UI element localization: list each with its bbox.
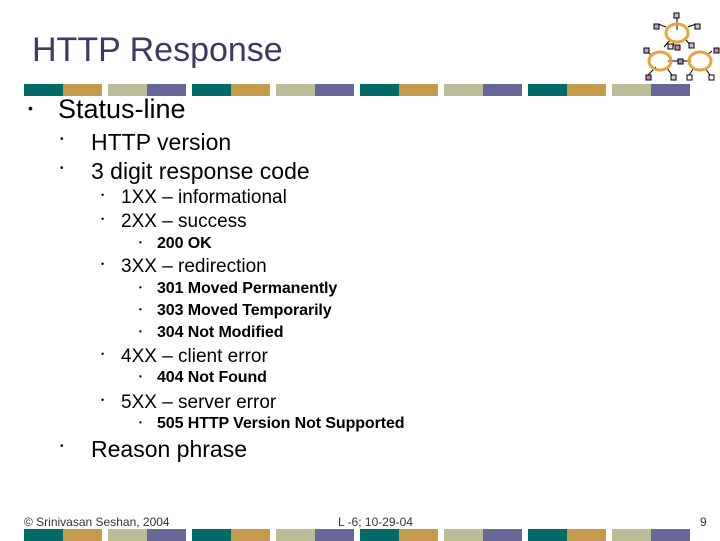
- footer-divider-bar: [0, 529, 720, 541]
- bullet-dot-icon: •: [101, 349, 105, 360]
- bar-segment: [63, 529, 102, 541]
- bullet-dot-icon: •: [28, 99, 33, 116]
- bar-segment: [147, 529, 186, 541]
- bar-segment: [567, 529, 606, 541]
- bar-segment: [231, 84, 270, 96]
- bullet-text: 1XX – informational: [121, 187, 287, 208]
- bullet-item-level-2: • Reason phrase: [60, 436, 247, 462]
- bullet-dot-icon: •: [139, 282, 142, 292]
- bullet-dot-icon: •: [60, 133, 64, 145]
- bullet-dot-icon: •: [139, 371, 142, 381]
- bullet-text: 5XX – server error: [121, 392, 277, 413]
- bar-segment: [444, 84, 483, 96]
- bullet-item-level-4: • 303 Moved Temporarily: [139, 302, 332, 319]
- bar-segment: [360, 529, 399, 541]
- bullet-dot-icon: •: [139, 237, 142, 247]
- bar-segment: [399, 84, 438, 96]
- bar-segment: [192, 529, 231, 541]
- bar-segment: [528, 84, 567, 96]
- bullet-text: 404 Not Found: [157, 369, 267, 386]
- bullet-text: HTTP version: [91, 129, 232, 155]
- bullet-text: 3XX – redirection: [121, 256, 267, 277]
- bullet-dot-icon: •: [101, 259, 105, 270]
- bullet-item-level-2: • HTTP version: [60, 129, 232, 155]
- bullet-item-level-4: • 304 Not Modified: [139, 324, 284, 341]
- bullet-item-level-3: • 3XX – redirection: [101, 256, 267, 277]
- bullet-dot-icon: •: [139, 304, 142, 314]
- bar-segment: [315, 84, 354, 96]
- bullet-dot-icon: •: [60, 440, 64, 452]
- bullet-text: 505 HTTP Version Not Supported: [157, 415, 405, 432]
- bar-segment: [108, 529, 147, 541]
- bar-segment: [360, 84, 399, 96]
- bullet-item-level-1: • Status-line: [28, 94, 186, 124]
- bullet-item-level-2: • 3 digit response code: [60, 158, 310, 184]
- bar-segment: [567, 84, 606, 96]
- bullet-text: 2XX – success: [121, 211, 247, 232]
- bullet-item-level-3: • 1XX – informational: [101, 187, 287, 208]
- bar-segment: [276, 84, 315, 96]
- bullet-item-level-4: • 505 HTTP Version Not Supported: [139, 415, 405, 432]
- bar-segment: [399, 529, 438, 541]
- bar-segment: [612, 529, 651, 541]
- slide-title: HTTP Response: [32, 31, 283, 69]
- bar-segment: [612, 84, 651, 96]
- bar-segment: [276, 529, 315, 541]
- bar-segment: [651, 529, 690, 541]
- bullet-text: 4XX – client error: [121, 346, 268, 367]
- bullet-item-level-3: • 2XX – success: [101, 211, 247, 232]
- network-rings-icon: [630, 4, 720, 84]
- bullet-item-level-4: • 301 Moved Permanently: [139, 280, 338, 297]
- bullet-text: Status-line: [58, 94, 186, 124]
- bullet-dot-icon: •: [101, 395, 105, 406]
- bar-segment: [528, 529, 567, 541]
- bar-segment: [315, 529, 354, 541]
- bullet-item-level-4: • 404 Not Found: [139, 369, 267, 386]
- bullet-text: 304 Not Modified: [157, 324, 284, 341]
- bullet-dot-icon: •: [101, 190, 105, 201]
- bar-segment: [24, 529, 63, 541]
- footer-lecture-date: L -6; 10-29-04: [338, 515, 413, 529]
- bullet-text: 3 digit response code: [91, 158, 310, 184]
- bullet-text: 200 OK: [157, 235, 212, 252]
- footer-page-number: 9: [700, 515, 707, 529]
- bullet-text: Reason phrase: [91, 436, 247, 462]
- bar-segment: [483, 84, 522, 96]
- bullet-item-level-4: • 200 OK: [139, 235, 212, 252]
- bar-segment: [192, 84, 231, 96]
- bar-segment: [231, 529, 270, 541]
- bullet-dot-icon: •: [139, 417, 142, 427]
- bullet-item-level-3: • 4XX – client error: [101, 346, 268, 367]
- bar-segment: [483, 529, 522, 541]
- bullet-text: 303 Moved Temporarily: [157, 302, 332, 319]
- bullet-text: 301 Moved Permanently: [157, 280, 338, 297]
- bullet-dot-icon: •: [101, 214, 105, 225]
- bullet-item-level-3: • 5XX – server error: [101, 392, 277, 413]
- bar-segment: [444, 529, 483, 541]
- footer-copyright: © Srinivasan Seshan, 2004: [24, 515, 170, 529]
- bullet-dot-icon: •: [139, 326, 142, 336]
- bar-segment: [651, 84, 690, 96]
- bullet-dot-icon: •: [60, 162, 64, 174]
